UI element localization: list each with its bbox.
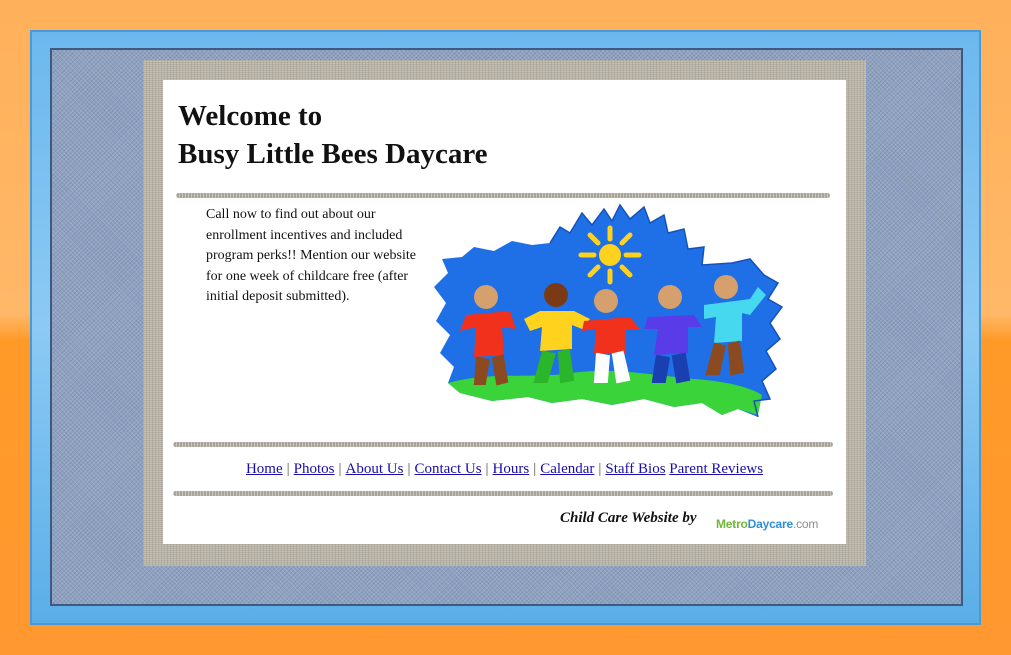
nav-link-staff-bios[interactable]: Staff Bios <box>605 461 665 477</box>
nav-separator: | <box>485 461 489 477</box>
nav-separator: | <box>407 461 411 477</box>
logo-part-daycare: Daycare <box>747 517 794 531</box>
metrodaycare-logo[interactable]: MetroDaycare.com <box>716 517 818 531</box>
children-holding-hands-illustration <box>434 203 784 418</box>
divider-top <box>176 193 830 198</box>
nav-link-about-us[interactable]: About Us <box>346 461 404 477</box>
sun-icon <box>578 225 642 285</box>
page-title-line-2: Busy Little Bees Daycare <box>178 138 488 170</box>
main-navigation: Home | Photos | About Us | Contact Us | Hours | Ca… <box>163 461 846 478</box>
nav-separator: | <box>286 461 290 477</box>
page-title: Welcome to Busy Little Bees Daycare <box>178 97 488 173</box>
nav-link-calendar[interactable]: Calendar <box>540 461 594 477</box>
divider-bottom <box>173 491 833 496</box>
footer-credit: Child Care Website by <box>560 510 697 526</box>
logo-part-com: .com <box>792 517 819 531</box>
nav-separator: | <box>598 461 602 477</box>
nav-link-home[interactable]: Home <box>246 461 283 477</box>
nav-link-hours[interactable]: Hours <box>493 461 530 477</box>
divider-middle <box>173 442 833 447</box>
page-title-line-1: Welcome to <box>178 100 323 132</box>
nav-link-parent-reviews[interactable]: Parent Reviews <box>669 461 763 477</box>
nav-link-contact-us[interactable]: Contact Us <box>414 461 481 477</box>
logo-part-metro: Metro <box>716 517 748 531</box>
nav-link-photos[interactable]: Photos <box>294 461 335 477</box>
nav-separator: | <box>338 461 342 477</box>
nav-separator: | <box>533 461 537 477</box>
promo-text: Call now to find out about our enrollmen… <box>206 207 416 304</box>
